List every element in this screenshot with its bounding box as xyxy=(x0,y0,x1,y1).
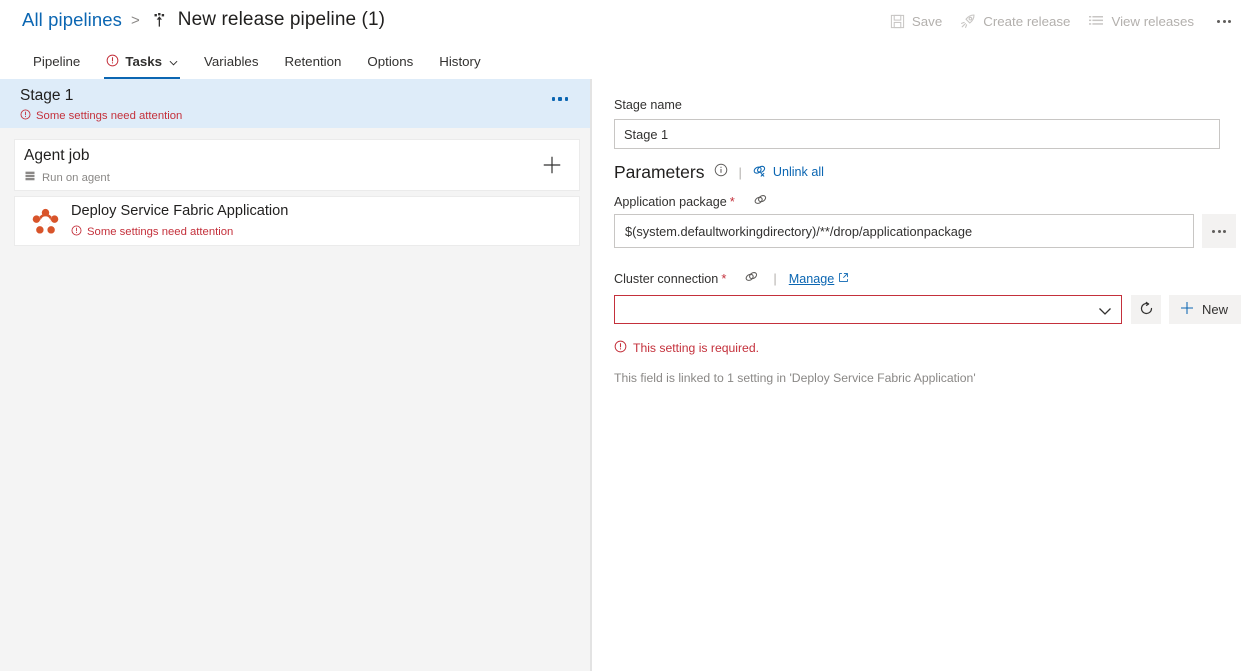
info-icon[interactable] xyxy=(714,163,728,182)
cluster-connection-label-text: Cluster connection xyxy=(614,272,718,286)
ellipsis-dot xyxy=(558,97,562,101)
agent-job-item[interactable]: Agent job Run on agent xyxy=(14,139,580,191)
parameters-header: Parameters | Unlink all xyxy=(614,160,824,184)
create-release-label: Create release xyxy=(983,14,1070,29)
application-package-input[interactable] xyxy=(614,214,1194,248)
manage-link[interactable]: Manage xyxy=(789,272,850,286)
tab-pipeline-label: Pipeline xyxy=(33,54,80,69)
ellipsis-dot xyxy=(1223,230,1226,233)
warning-icon xyxy=(71,225,82,239)
header-toolbar: Save Create release xyxy=(890,8,1234,34)
release-pipeline-editor: All pipelines > New release pipeline (1) xyxy=(0,0,1248,671)
manage-link-label: Manage xyxy=(789,272,835,286)
save-label: Save xyxy=(912,14,942,29)
ellipsis-dot xyxy=(1212,230,1215,233)
cluster-connection-refresh-button[interactable] xyxy=(1131,295,1161,324)
link-icon[interactable] xyxy=(744,270,759,287)
view-releases-label: View releases xyxy=(1111,14,1194,29)
stage-status: Some settings need attention xyxy=(20,109,182,123)
refresh-icon xyxy=(1138,300,1155,320)
unlink-all-button[interactable]: Unlink all xyxy=(752,164,824,181)
ellipsis-dot xyxy=(1217,20,1220,23)
tab-tasks-label: Tasks xyxy=(125,54,162,69)
unlink-icon xyxy=(752,164,767,181)
stage-title: Stage 1 xyxy=(20,87,73,105)
tab-tasks[interactable]: Tasks xyxy=(93,44,191,79)
cluster-connection-error-text: This setting is required. xyxy=(633,341,759,355)
ellipsis-dot xyxy=(552,97,556,101)
application-package-label-text: Application package xyxy=(614,195,727,209)
stage-name-input[interactable] xyxy=(614,119,1220,149)
tab-pipeline[interactable]: Pipeline xyxy=(20,44,93,79)
page-title: New release pipeline (1) xyxy=(178,9,385,31)
task-status: Some settings need attention xyxy=(71,225,233,239)
unlink-all-label: Unlink all xyxy=(773,165,824,179)
add-task-button[interactable] xyxy=(541,154,563,181)
agent-job-title: Agent job xyxy=(24,147,90,165)
stage-more-options-button[interactable] xyxy=(552,97,569,101)
view-releases-button[interactable]: View releases xyxy=(1088,13,1194,29)
cluster-label-separator: | xyxy=(773,271,776,286)
list-icon xyxy=(1088,13,1104,29)
stage-status-label: Some settings need attention xyxy=(36,110,182,122)
warning-icon xyxy=(20,109,31,123)
application-package-browse-button[interactable] xyxy=(1202,214,1236,248)
required-marker: * xyxy=(730,195,735,208)
ellipsis-dot xyxy=(1218,230,1221,233)
stage-item[interactable]: Stage 1 Some settings need attention xyxy=(0,79,590,128)
tab-retention[interactable]: Retention xyxy=(271,44,354,79)
tab-options-label: Options xyxy=(367,54,413,69)
ellipsis-dot xyxy=(1223,20,1226,23)
page-header: All pipelines > New release pipeline (1) xyxy=(0,0,1248,44)
application-package-label: Application package * xyxy=(614,193,768,210)
tab-history[interactable]: History xyxy=(426,44,493,79)
tab-options[interactable]: Options xyxy=(354,44,426,79)
pipeline-tasks-panel: Stage 1 Some settings need attention Age… xyxy=(0,79,590,671)
parameters-separator: | xyxy=(738,165,741,180)
rocket-icon xyxy=(960,13,976,29)
plus-icon xyxy=(1179,300,1195,319)
task-title: Deploy Service Fabric Application xyxy=(71,203,288,219)
parameters-title: Parameters xyxy=(614,162,704,183)
create-release-button[interactable]: Create release xyxy=(960,13,1070,29)
cluster-connection-new-button[interactable]: New xyxy=(1169,295,1241,324)
save-icon xyxy=(890,14,905,29)
ellipsis-dot xyxy=(1228,20,1231,23)
tab-bar: Pipeline Tasks Variables Retention Opti xyxy=(0,44,1248,79)
task-status-label: Some settings need attention xyxy=(87,226,233,238)
required-marker: * xyxy=(721,272,726,285)
cluster-connection-help-text: This field is linked to 1 setting in 'De… xyxy=(614,371,976,385)
release-pipeline-icon xyxy=(151,12,168,29)
agent-job-subtitle-label: Run on agent xyxy=(42,172,110,184)
error-icon xyxy=(614,340,627,356)
tab-history-label: History xyxy=(439,54,480,69)
agent-job-subtitle: Run on agent xyxy=(24,170,110,185)
task-item-deploy-service-fabric[interactable]: Deploy Service Fabric Application Some s… xyxy=(14,196,580,246)
new-button-label: New xyxy=(1202,302,1228,317)
breadcrumb-separator: > xyxy=(131,12,140,29)
breadcrumb-all-pipelines-link[interactable]: All pipelines xyxy=(22,9,122,31)
cluster-connection-select[interactable] xyxy=(614,295,1122,324)
server-rack-icon xyxy=(24,170,36,185)
external-link-icon xyxy=(838,272,849,286)
cluster-connection-label: Cluster connection * | Manage xyxy=(614,270,849,287)
warning-icon xyxy=(106,54,119,70)
tab-variables[interactable]: Variables xyxy=(191,44,271,79)
cluster-connection-error: This setting is required. xyxy=(614,340,759,356)
tab-retention-label: Retention xyxy=(284,54,341,69)
chevron-down-icon xyxy=(169,54,178,69)
more-actions-button[interactable] xyxy=(1214,16,1234,27)
service-fabric-icon xyxy=(31,207,60,236)
stage-name-label-text: Stage name xyxy=(614,98,682,112)
stage-settings-panel: Stage name Parameters | xyxy=(592,79,1248,671)
save-button[interactable]: Save xyxy=(890,14,942,29)
link-icon[interactable] xyxy=(753,193,768,210)
stage-name-label: Stage name xyxy=(614,98,682,112)
ellipsis-dot xyxy=(565,97,569,101)
tab-variables-label: Variables xyxy=(204,54,258,69)
breadcrumb: All pipelines > New release pipeline (1) xyxy=(22,5,385,35)
